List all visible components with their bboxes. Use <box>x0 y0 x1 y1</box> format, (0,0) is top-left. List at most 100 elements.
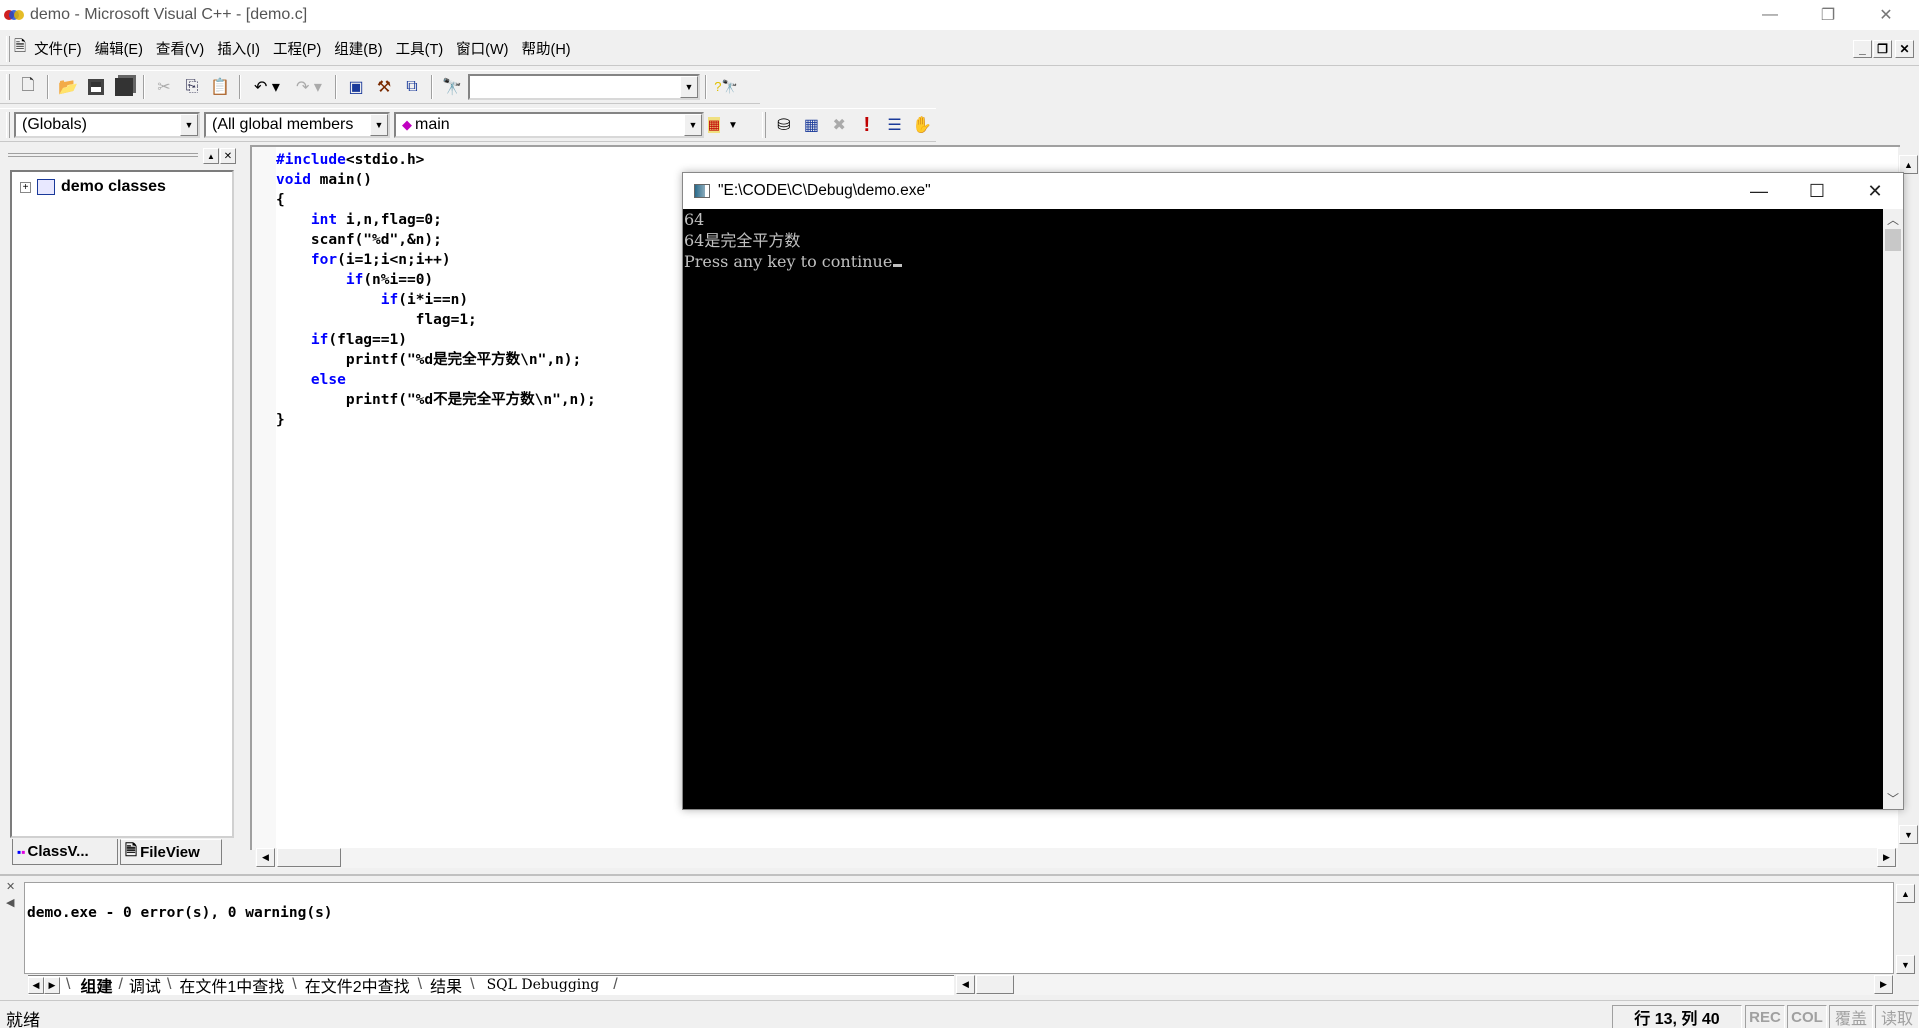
scroll-left-button[interactable]: ◀ <box>956 975 975 994</box>
output-button[interactable]: ⚒ <box>371 74 397 100</box>
window-list-button[interactable]: ⧉ <box>399 74 425 100</box>
scroll-down-button[interactable]: ▼ <box>1899 825 1918 844</box>
wizard-action-button[interactable]: ▦ <box>701 112 727 138</box>
toolbar-grip[interactable] <box>762 112 766 138</box>
code-text: i,n,flag=0; <box>337 212 442 228</box>
chevron-down-icon[interactable]: ▼ <box>728 120 738 131</box>
close-button[interactable]: ✕ <box>1857 0 1915 30</box>
toolbar-grip[interactable] <box>6 35 10 62</box>
find-in-files-button[interactable]: 🔭 <box>439 74 465 100</box>
panel-close-button[interactable]: ✕ <box>220 148 236 164</box>
copy-button[interactable]: ⎘ <box>179 74 205 100</box>
menu-help[interactable]: 帮助(H) <box>522 38 571 59</box>
undo-button[interactable]: ↶ ▾ <box>247 74 287 100</box>
scroll-thumb[interactable] <box>1885 229 1901 251</box>
console-maximize-button[interactable]: ☐ <box>1788 173 1846 209</box>
code-keyword: int <box>310 212 338 228</box>
scroll-thumb[interactable] <box>976 975 1014 994</box>
scroll-up-button[interactable]: ︿ <box>1883 211 1903 228</box>
find-combo[interactable]: ▼ <box>468 74 700 100</box>
menu-build[interactable]: 组建(B) <box>334 38 382 59</box>
mdi-close-button[interactable]: ✕ <box>1895 40 1914 58</box>
new-file-button[interactable]: 🗋 <box>15 74 41 100</box>
menu-window[interactable]: 窗口(W) <box>456 38 508 59</box>
toolbar-grip[interactable] <box>6 74 10 100</box>
console-minimize-button[interactable]: — <box>1730 173 1788 209</box>
editor-horizontal-scrollbar[interactable]: ◀ ▶ <box>255 848 1898 868</box>
up-arrow-icon: ▲ <box>207 151 215 161</box>
tab-fileview[interactable]: 🗎 FileView <box>120 839 222 865</box>
filter-combo[interactable]: (All global members ▼ <box>204 112 390 138</box>
code-text: printf("%d不是完全平方数\n",n); <box>276 392 596 408</box>
output-horizontal-scrollbar[interactable]: ◀ ▶ <box>956 975 1894 995</box>
menu-project[interactable]: 工程(P) <box>273 38 321 59</box>
output-text-area[interactable]: demo.exe - 0 error(s), 0 warning(s) <box>24 882 1894 974</box>
mdi-minimize-button[interactable]: _ <box>1853 40 1872 58</box>
chevron-down-icon[interactable]: ▼ <box>370 114 388 136</box>
scroll-thumb[interactable] <box>277 848 341 867</box>
mdi-restore-button[interactable]: ❐ <box>1873 40 1892 58</box>
redo-button[interactable]: ↷ ▾ <box>289 74 329 100</box>
code-text: <stdio.h> <box>345 152 425 168</box>
document-icon[interactable]: 🗎 <box>14 36 26 61</box>
workspace-button[interactable]: ▣ <box>343 74 369 100</box>
output-tab-results[interactable]: 结果 <box>422 973 470 997</box>
paste-button[interactable]: 📋 <box>207 74 233 100</box>
expand-icon[interactable]: + <box>20 181 31 193</box>
menu-tools[interactable]: 工具(T) <box>396 38 444 59</box>
panel-grip[interactable] <box>8 153 198 157</box>
console-window[interactable]: "E:\CODE\C\Debug\demo.exe" — ☐ ✕ 64 64是完… <box>682 172 1904 810</box>
indicator-rec: REC <box>1745 1005 1785 1028</box>
minimize-button[interactable]: — <box>1741 0 1799 30</box>
console-title-bar[interactable]: "E:\CODE\C\Debug\demo.exe" — ☐ ✕ <box>683 173 1903 209</box>
scroll-left-button[interactable]: ◀ <box>256 848 275 867</box>
cut-button[interactable]: ✂ <box>151 74 177 100</box>
search-help-button[interactable]: ?🔭 <box>713 74 739 100</box>
panel-maximize-button[interactable]: ▲ <box>203 148 219 164</box>
save-button[interactable] <box>83 74 109 100</box>
tab-scroll-left-button[interactable]: ◀ <box>28 977 44 994</box>
output-close-button[interactable]: ✕ <box>6 880 15 893</box>
output-scroll-down-button[interactable]: ▼ <box>1896 955 1915 974</box>
members-combo[interactable]: ◆ main ▼ <box>394 112 704 138</box>
menu-edit[interactable]: 编辑(E) <box>95 38 143 59</box>
menu-file[interactable]: 文件(F) <box>34 38 82 59</box>
output-tab-debug[interactable]: 调试 <box>123 973 167 997</box>
tree-item[interactable]: + demo classes <box>20 178 166 196</box>
console-output[interactable]: 64 64是完全平方数 Press any key to continue <box>683 209 1883 809</box>
text-cursor <box>893 264 903 267</box>
restore-button[interactable]: ❐ <box>1799 0 1857 30</box>
stop-build-button[interactable]: ✖ <box>826 112 852 138</box>
tab-scroll-right-button[interactable]: ▶ <box>44 977 60 994</box>
go-button[interactable]: ☰ <box>882 112 908 138</box>
console-scrollbar[interactable]: ︿ ﹀ <box>1883 209 1903 809</box>
toolbar-grip[interactable] <box>6 112 10 138</box>
scroll-down-button[interactable]: ﹀ <box>1883 790 1903 807</box>
menu-view[interactable]: 查看(V) <box>156 38 204 59</box>
output-tab-sql-debugging[interactable]: SQL Debugging <box>475 977 614 993</box>
output-pin-button[interactable]: ◀ <box>6 896 14 909</box>
find-in-files-icon: 🔭 <box>442 79 462 96</box>
build-minibar: ⛁ ▦ ✖ ! ☰ ✋ <box>756 108 936 142</box>
output-scroll-up-button[interactable]: ▲ <box>1896 884 1915 903</box>
build-button[interactable]: ▦ <box>799 112 825 138</box>
separator <box>335 75 337 99</box>
save-all-button[interactable] <box>111 74 137 100</box>
tab-classview[interactable]: ▪▪ ClassV... <box>12 839 118 865</box>
open-button[interactable]: 📂 <box>55 74 81 100</box>
code-line: int i,n,flag=0; <box>276 210 442 230</box>
console-close-button[interactable]: ✕ <box>1846 173 1904 209</box>
scroll-right-button[interactable]: ▶ <box>1874 975 1893 994</box>
chevron-down-icon[interactable]: ▼ <box>680 76 698 98</box>
chevron-down-icon[interactable]: ▼ <box>180 114 198 136</box>
execute-button[interactable]: ! <box>854 112 880 138</box>
class-combo[interactable]: (Globals) ▼ <box>14 112 200 138</box>
breakpoint-button[interactable]: ✋ <box>909 112 935 138</box>
compile-button[interactable]: ⛁ <box>771 112 797 138</box>
output-tab-find2[interactable]: 在文件2中查找 <box>297 973 418 997</box>
output-tab-build[interactable]: 组建 <box>74 973 118 997</box>
output-tab-find1[interactable]: 在文件1中查找 <box>171 973 292 997</box>
menu-insert[interactable]: 插入(I) <box>217 38 260 59</box>
scroll-right-button[interactable]: ▶ <box>1877 848 1896 867</box>
